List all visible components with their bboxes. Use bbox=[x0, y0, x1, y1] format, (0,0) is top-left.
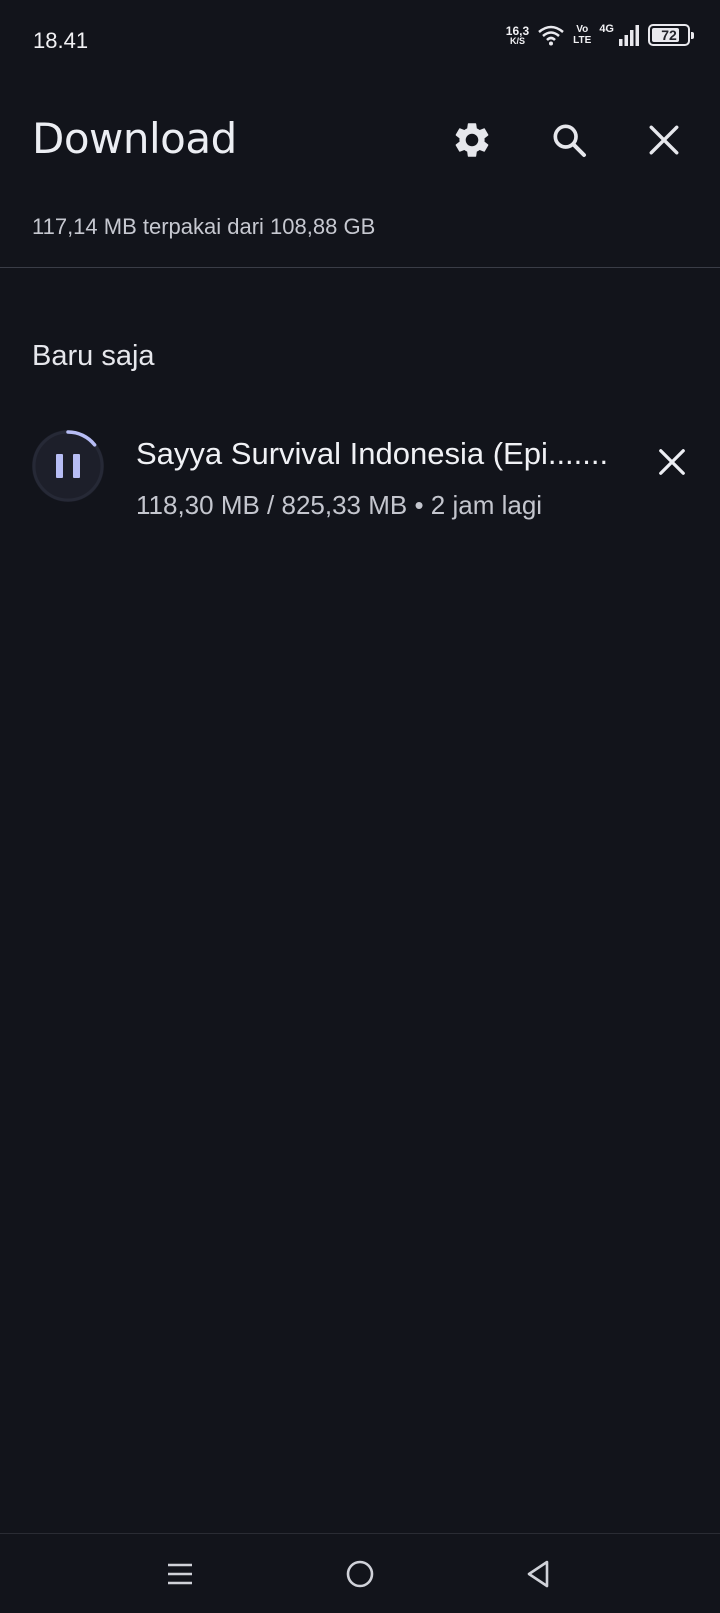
back-button[interactable] bbox=[512, 1548, 564, 1600]
network-speed: 16,3 K/S bbox=[506, 25, 529, 46]
battery-level: 72 bbox=[661, 27, 677, 43]
search-button[interactable] bbox=[543, 114, 595, 166]
section-title: Baru saja bbox=[32, 340, 155, 372]
volte-indicator: Vo LTE bbox=[573, 24, 591, 46]
download-item[interactable]: Sayya Survival Indonesia (Epi....... 118… bbox=[0, 420, 720, 530]
download-title: Sayya Survival Indonesia (Epi....... bbox=[136, 436, 609, 471]
status-time: 18.41 bbox=[33, 28, 89, 53]
download-progress-button[interactable] bbox=[32, 430, 104, 502]
divider bbox=[0, 267, 720, 268]
menu-icon bbox=[168, 1563, 192, 1585]
home-button[interactable] bbox=[334, 1548, 386, 1600]
network-speed-unit: K/S bbox=[509, 35, 525, 46]
status-icons: 16,3 K/S Vo LTE 4G 72 bbox=[506, 23, 694, 46]
gear-icon bbox=[455, 123, 489, 157]
battery-icon: 72 bbox=[648, 24, 694, 46]
volte-bottom: LTE bbox=[573, 35, 592, 46]
settings-button[interactable] bbox=[446, 114, 498, 166]
progress-ring bbox=[32, 430, 104, 502]
search-icon bbox=[553, 124, 586, 157]
navigation-bar bbox=[0, 1533, 720, 1613]
volte-top: Vo bbox=[576, 24, 589, 35]
network-speed-value: 16,3 bbox=[505, 23, 530, 38]
close-icon bbox=[659, 449, 685, 475]
download-subtitle: 118,30 MB / 825,33 MB • 2 jam lagi bbox=[136, 490, 543, 520]
home-icon bbox=[346, 1560, 374, 1588]
close-button[interactable] bbox=[638, 114, 690, 166]
recent-apps-button[interactable] bbox=[154, 1548, 206, 1600]
close-icon bbox=[649, 125, 679, 155]
back-icon bbox=[527, 1560, 549, 1588]
status-bar: 18.41 16,3 K/S Vo LTE 4G 72 bbox=[0, 0, 720, 82]
app-bar: Download bbox=[0, 100, 720, 180]
cancel-download-button[interactable] bbox=[646, 436, 698, 488]
page-title: Download bbox=[32, 114, 237, 163]
network-type: 4G bbox=[599, 23, 614, 35]
wifi-icon bbox=[538, 25, 564, 46]
storage-info: 117,14 MB terpakai dari 108,88 GB bbox=[32, 214, 376, 239]
signal-icon bbox=[619, 25, 639, 46]
